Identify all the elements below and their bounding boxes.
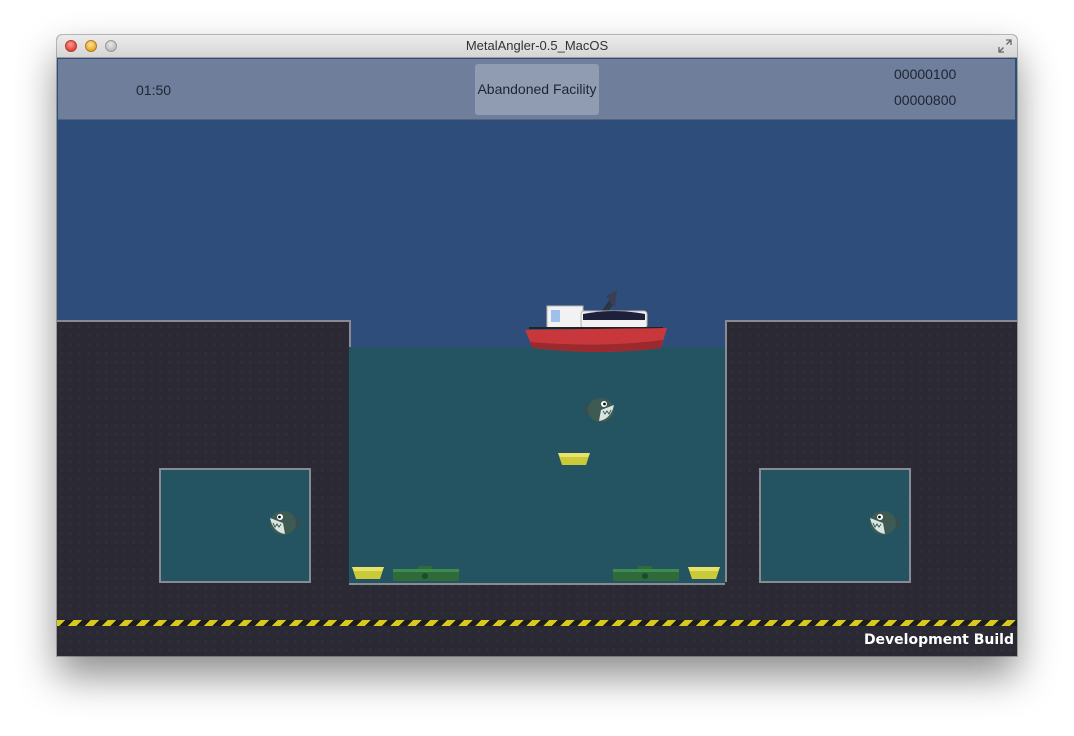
water-pool-main xyxy=(349,347,725,585)
piranha-fish-icon xyxy=(870,511,899,535)
build-label: Development Build xyxy=(863,632,1014,648)
game-scene: Development Build 01:50 Abandoned Facili… xyxy=(57,58,1017,656)
rock-floor xyxy=(348,582,727,656)
window-title: MetalAngler-0.5_MacOS xyxy=(465,38,609,53)
metal-scrap-icon xyxy=(688,567,720,579)
sunken-wreck-icon xyxy=(393,566,459,581)
title-bar: MetalAngler-0.5_MacOS xyxy=(57,35,1017,58)
game-window: MetalAngler-0.5_MacOS Development Build … xyxy=(57,35,1017,656)
score: 00000100 xyxy=(894,66,957,82)
hud-bar: 01:50 Abandoned Facility 00000100 000008… xyxy=(58,59,1015,120)
piranha-fish-icon xyxy=(585,398,614,422)
metal-scrap-icon xyxy=(352,567,384,579)
hazard-stripe xyxy=(57,620,1017,626)
fishing-boat[interactable] xyxy=(523,284,669,360)
high-score: 00000800 xyxy=(894,92,957,108)
piranha-fish-icon xyxy=(270,511,299,535)
level-name-button[interactable]: Abandoned Facility xyxy=(475,64,599,115)
fullscreen-icon[interactable] xyxy=(998,39,1012,53)
metal-scrap-icon xyxy=(558,453,590,465)
timer: 01:50 xyxy=(136,82,172,98)
sunken-wreck-icon xyxy=(613,566,679,581)
